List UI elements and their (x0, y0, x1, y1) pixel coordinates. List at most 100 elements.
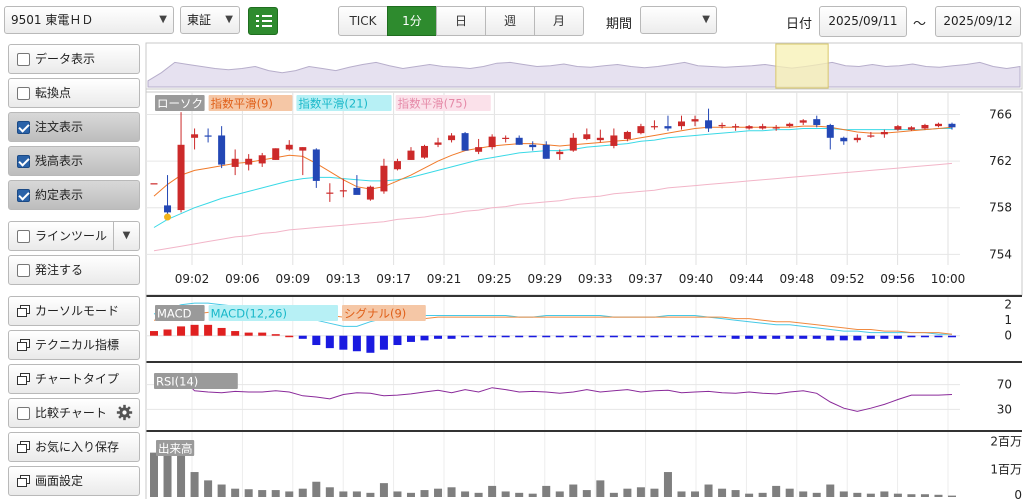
volume-bar (704, 484, 713, 497)
candle-body (272, 148, 280, 160)
macd-histogram-bar (663, 335, 672, 338)
volume-bar (325, 487, 334, 497)
candle-body (448, 135, 456, 141)
candle-body (299, 147, 307, 151)
candle-body (393, 161, 401, 170)
candle-body (529, 144, 537, 148)
candle-body (191, 134, 199, 138)
macd-histogram-bar (920, 335, 929, 338)
macd-histogram-bar (758, 335, 767, 339)
macd-histogram-bar (691, 335, 700, 338)
volume-bar (893, 493, 902, 497)
y-tick-label: 1 (1004, 313, 1012, 327)
candle-body (826, 124, 834, 138)
legend-label: MACD (157, 307, 192, 321)
macd-histogram-bar (217, 327, 226, 336)
candle-body (921, 124, 929, 129)
macd-histogram-bar (569, 335, 578, 338)
macd-histogram-bar (893, 335, 902, 339)
macd-histogram-bar (866, 335, 875, 339)
y-tick-label: 762 (989, 154, 1012, 168)
volume-bar (839, 491, 848, 497)
macd-histogram-bar (177, 326, 186, 336)
macd-histogram-bar (839, 335, 848, 341)
macd-histogram-bar (731, 335, 740, 339)
volume-bar (244, 489, 253, 497)
volume-bar (948, 495, 956, 497)
y-tick-label: 30 (997, 402, 1012, 416)
x-tick-label: 09:33 (578, 272, 613, 286)
candle-body (596, 137, 604, 141)
macd-histogram-bar (799, 335, 808, 339)
volume-bar (812, 492, 821, 497)
volume-bar (650, 488, 659, 497)
y-tick-label: 1百万 (990, 462, 1022, 476)
candle-body (177, 144, 185, 211)
candle-body (907, 127, 915, 130)
macd-histogram-bar (461, 335, 470, 338)
candle-body (853, 137, 861, 141)
candle-body (786, 123, 794, 127)
volume-bar (204, 480, 213, 497)
overview-window-handle[interactable] (775, 43, 829, 89)
volume-bar (177, 452, 186, 497)
volume-bar (745, 493, 754, 497)
candle-body (677, 121, 685, 127)
y-tick-label: 2 (1004, 298, 1012, 312)
candle-body (245, 158, 253, 165)
macd-histogram-bar (393, 335, 402, 346)
legend-label: 指数平滑(21) (298, 97, 368, 111)
y-tick-label: 0 (1004, 329, 1012, 343)
x-tick-label: 09:17 (376, 272, 411, 286)
volume-bar (488, 485, 497, 497)
volume-bar (866, 493, 875, 497)
x-tick-label: 09:56 (880, 272, 915, 286)
macd-histogram-bar (826, 335, 835, 341)
candle-body (583, 134, 591, 139)
x-tick-label: 09:13 (326, 272, 361, 286)
candle-body (705, 120, 713, 129)
candle-body (840, 137, 848, 142)
macd-histogram-bar (934, 335, 943, 338)
chart-area[interactable]: 09:02 09:06 09:09 09:13 09:17 09:21 09:25 09:29… (0, 0, 1024, 499)
volume-bar (582, 490, 591, 497)
legend-label: 指数平滑(9) (211, 97, 273, 111)
legend-label: シグナル(9) (344, 307, 406, 321)
macd-histogram-bar (623, 335, 632, 338)
macd-histogram-bar (907, 335, 916, 338)
candle-body (231, 158, 239, 167)
macd-histogram-bar (542, 335, 551, 338)
macd-histogram-bar (948, 335, 956, 338)
volume-bar (853, 492, 862, 497)
volume-bar (312, 481, 321, 497)
candle-body (745, 126, 753, 129)
volume-bar (785, 488, 794, 497)
macd-histogram-bar (515, 335, 524, 338)
volume-bar (569, 484, 578, 497)
candle-body (164, 205, 172, 213)
macd-histogram-bar (555, 335, 564, 338)
x-tick-label: 09:02 (175, 272, 210, 286)
candle-body (407, 150, 415, 160)
volume-bar (406, 492, 415, 497)
volume-bar (190, 472, 199, 497)
x-tick-label: 09:44 (729, 272, 764, 286)
macd-histogram-bar (704, 335, 713, 338)
macd-histogram-bar (190, 324, 199, 336)
candle-body (515, 137, 523, 145)
candle-body (326, 192, 334, 194)
volume-bar (379, 483, 388, 497)
x-tick-label: 09:37 (628, 272, 663, 286)
volume-bar (420, 490, 429, 497)
macd-histogram-bar (609, 335, 618, 338)
candle-body (623, 131, 631, 139)
macd-histogram-bar (434, 335, 443, 339)
macd-histogram-bar (420, 335, 429, 341)
macd-histogram-bar (271, 334, 280, 336)
macd-histogram-bar (474, 335, 483, 338)
volume-bar (799, 491, 808, 497)
volume-bar (271, 490, 280, 497)
candle-body (610, 135, 618, 146)
y-tick-label: 766 (989, 107, 1012, 121)
y-tick-label: 754 (989, 247, 1012, 261)
